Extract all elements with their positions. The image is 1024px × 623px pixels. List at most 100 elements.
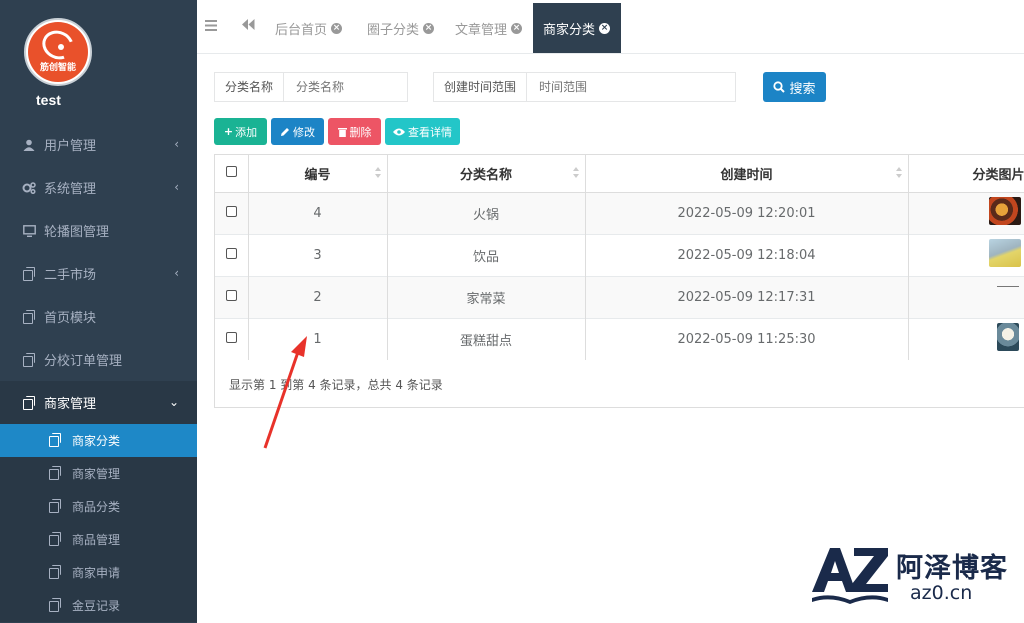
watermark: 阿泽博客 az0.cn (808, 544, 1018, 608)
cell-created: 2022-05-09 11:25:30 (585, 317, 909, 360)
cell-name: 蛋糕甜点 (387, 317, 586, 360)
tab-dashboard[interactable]: 后台首页 × (265, 3, 352, 53)
sidebar-subitem-product-category[interactable]: 商品分类 (0, 490, 197, 523)
hotpot-thumbnail[interactable] (988, 197, 1021, 225)
close-icon[interactable]: × (331, 22, 343, 34)
copy-icon (22, 395, 36, 410)
sidebar-subitem-merchant-apply[interactable]: 商家申请 (0, 556, 197, 589)
edit-button[interactable]: 修改 (271, 118, 324, 145)
column-header-id[interactable]: 编号 (248, 155, 388, 193)
profile: 筋创智能 test (0, 0, 197, 123)
column-header-name[interactable]: 分类名称 (387, 155, 586, 193)
sidebar: 筋创智能 test 用户管理 ‹ 系统管理 ‹ 轮播图管理 二手市场 ‹ 首页模… (0, 0, 197, 623)
row-select-cell (215, 317, 249, 360)
sort-icon[interactable] (374, 167, 381, 179)
pagination-info: 显示第 1 到第 4 条记录，总共 4 条记录 (229, 378, 443, 392)
sidebar-item-second-hand[interactable]: 二手市场 ‹ (0, 252, 197, 295)
copy-icon (22, 352, 36, 367)
category-table: 编号 分类名称 创建时间 分类图片 4 火锅 2022-05-09 12:20:… (215, 155, 1024, 360)
sidebar-submenu: 商家分类 商家管理 商品分类 商品管理 商家申请 金豆记录 (0, 424, 197, 622)
table-row[interactable]: 3 饮品 2022-05-09 12:18:04 (215, 233, 1024, 276)
drink-thumbnail[interactable] (988, 239, 1021, 267)
sidebar-subitem-label: 商品管理 (72, 533, 121, 547)
sidebar-subitem-merchant-category[interactable]: 商家分类 (0, 424, 197, 457)
close-icon[interactable]: × (423, 22, 435, 34)
sidebar-subitem-label: 商品分类 (72, 500, 121, 514)
sidebar-item-system[interactable]: 系统管理 ‹ (0, 166, 197, 209)
table-row[interactable]: 4 火锅 2022-05-09 12:20:01 (215, 191, 1024, 234)
edit-button-label: 修改 (293, 125, 315, 139)
sidebar-item-home-module[interactable]: 首页模块 (0, 295, 197, 338)
sidebar-subitem-label: 商家管理 (72, 467, 121, 481)
homestyle-thumbnail[interactable] (996, 285, 1019, 287)
sidebar-subitem-merchant-manage[interactable]: 商家管理 (0, 457, 197, 490)
close-icon[interactable]: × (599, 22, 611, 34)
sidebar-item-label: 轮播图管理 (44, 225, 110, 240)
sidebar-item-label: 二手市场 (44, 268, 97, 283)
column-header-image: 分类图片 (908, 155, 1024, 193)
tab-circle-category[interactable]: 圈子分类 × (357, 3, 444, 53)
copy-icon (49, 598, 62, 612)
cell-id: 1 (248, 317, 388, 360)
add-button-label: 添加 (235, 125, 258, 139)
tab-label: 文章管理 (455, 22, 508, 38)
sidebar-item-label: 商家管理 (44, 397, 97, 412)
watermark-en: az0.cn (910, 582, 973, 604)
search-button-label: 搜索 (789, 81, 816, 97)
gears-icon (22, 181, 36, 195)
view-details-button[interactable]: 查看详情 (385, 118, 460, 145)
sidebar-item-merchants[interactable]: 商家管理 ⌄ (0, 381, 197, 424)
brand-logo[interactable]: 筋创智能 (24, 18, 92, 86)
tab-label: 后台首页 (275, 22, 328, 38)
hamburger-menu-icon[interactable] (205, 19, 218, 35)
cell-name: 火锅 (387, 191, 586, 234)
table-row[interactable]: 1 蛋糕甜点 2022-05-09 11:25:30 (215, 317, 1024, 360)
cell-image (908, 191, 1024, 234)
category-name-filter: 分类名称 (214, 72, 408, 102)
sort-icon[interactable] (895, 167, 902, 179)
time-range-label: 创建时间范围 (434, 73, 528, 101)
username[interactable]: test (36, 92, 61, 108)
cell-created: 2022-05-09 12:17:31 (585, 275, 909, 318)
sort-icon[interactable] (572, 167, 579, 179)
row-checkbox[interactable] (225, 331, 237, 343)
tab-bar: 后台首页 × 圈子分类 × 文章管理 × 商家分类 × (197, 0, 1024, 54)
eye-icon (393, 128, 405, 135)
delete-button[interactable]: 删除 (328, 118, 381, 145)
select-all-cell (215, 155, 249, 193)
time-range-input[interactable] (527, 73, 728, 101)
category-name-label: 分类名称 (215, 73, 285, 101)
chevron-left-icon: ‹ (174, 266, 179, 280)
tab-article-manage[interactable]: 文章管理 × (445, 3, 532, 53)
table-panel: 编号 分类名称 创建时间 分类图片 4 火锅 2022-05-09 12:20:… (214, 154, 1024, 408)
row-checkbox[interactable] (225, 205, 237, 217)
add-button[interactable]: + 添加 (214, 118, 267, 145)
az-logo-icon (812, 548, 888, 604)
cell-image (908, 275, 1024, 318)
dessert-thumbnail[interactable] (996, 323, 1019, 352)
tab-merchant-category[interactable]: 商家分类 × (533, 3, 621, 53)
delete-button-label: 删除 (349, 125, 372, 139)
sidebar-item-carousel[interactable]: 轮播图管理 (0, 209, 197, 252)
sidebar-item-users[interactable]: 用户管理 ‹ (0, 123, 197, 166)
tab-label: 圈子分类 (367, 22, 420, 38)
search-button[interactable]: 搜索 (763, 72, 826, 102)
close-icon[interactable]: × (511, 22, 523, 34)
row-checkbox[interactable] (225, 289, 237, 301)
select-all-checkbox[interactable] (225, 165, 237, 177)
view-button-label: 查看详情 (408, 125, 452, 139)
column-header-created[interactable]: 创建时间 (585, 155, 909, 193)
sidebar-subitem-product-manage[interactable]: 商品管理 (0, 523, 197, 556)
monitor-icon (22, 224, 36, 238)
sidebar-item-branch-orders[interactable]: 分校订单管理 (0, 338, 197, 381)
cell-id: 4 (248, 191, 388, 234)
sidebar-subitem-label: 商家申请 (72, 566, 121, 580)
table-row[interactable]: 2 家常菜 2022-05-09 12:17:31 (215, 275, 1024, 318)
sidebar-subitem-gold-bean[interactable]: 金豆记录 (0, 589, 197, 622)
row-checkbox[interactable] (225, 247, 237, 259)
sidebar-item-label: 系统管理 (44, 182, 97, 197)
rewind-icon[interactable] (242, 19, 255, 33)
sidebar-subitem-label: 商家分类 (72, 434, 121, 448)
row-select-cell (215, 275, 249, 318)
category-name-input[interactable] (284, 73, 403, 101)
